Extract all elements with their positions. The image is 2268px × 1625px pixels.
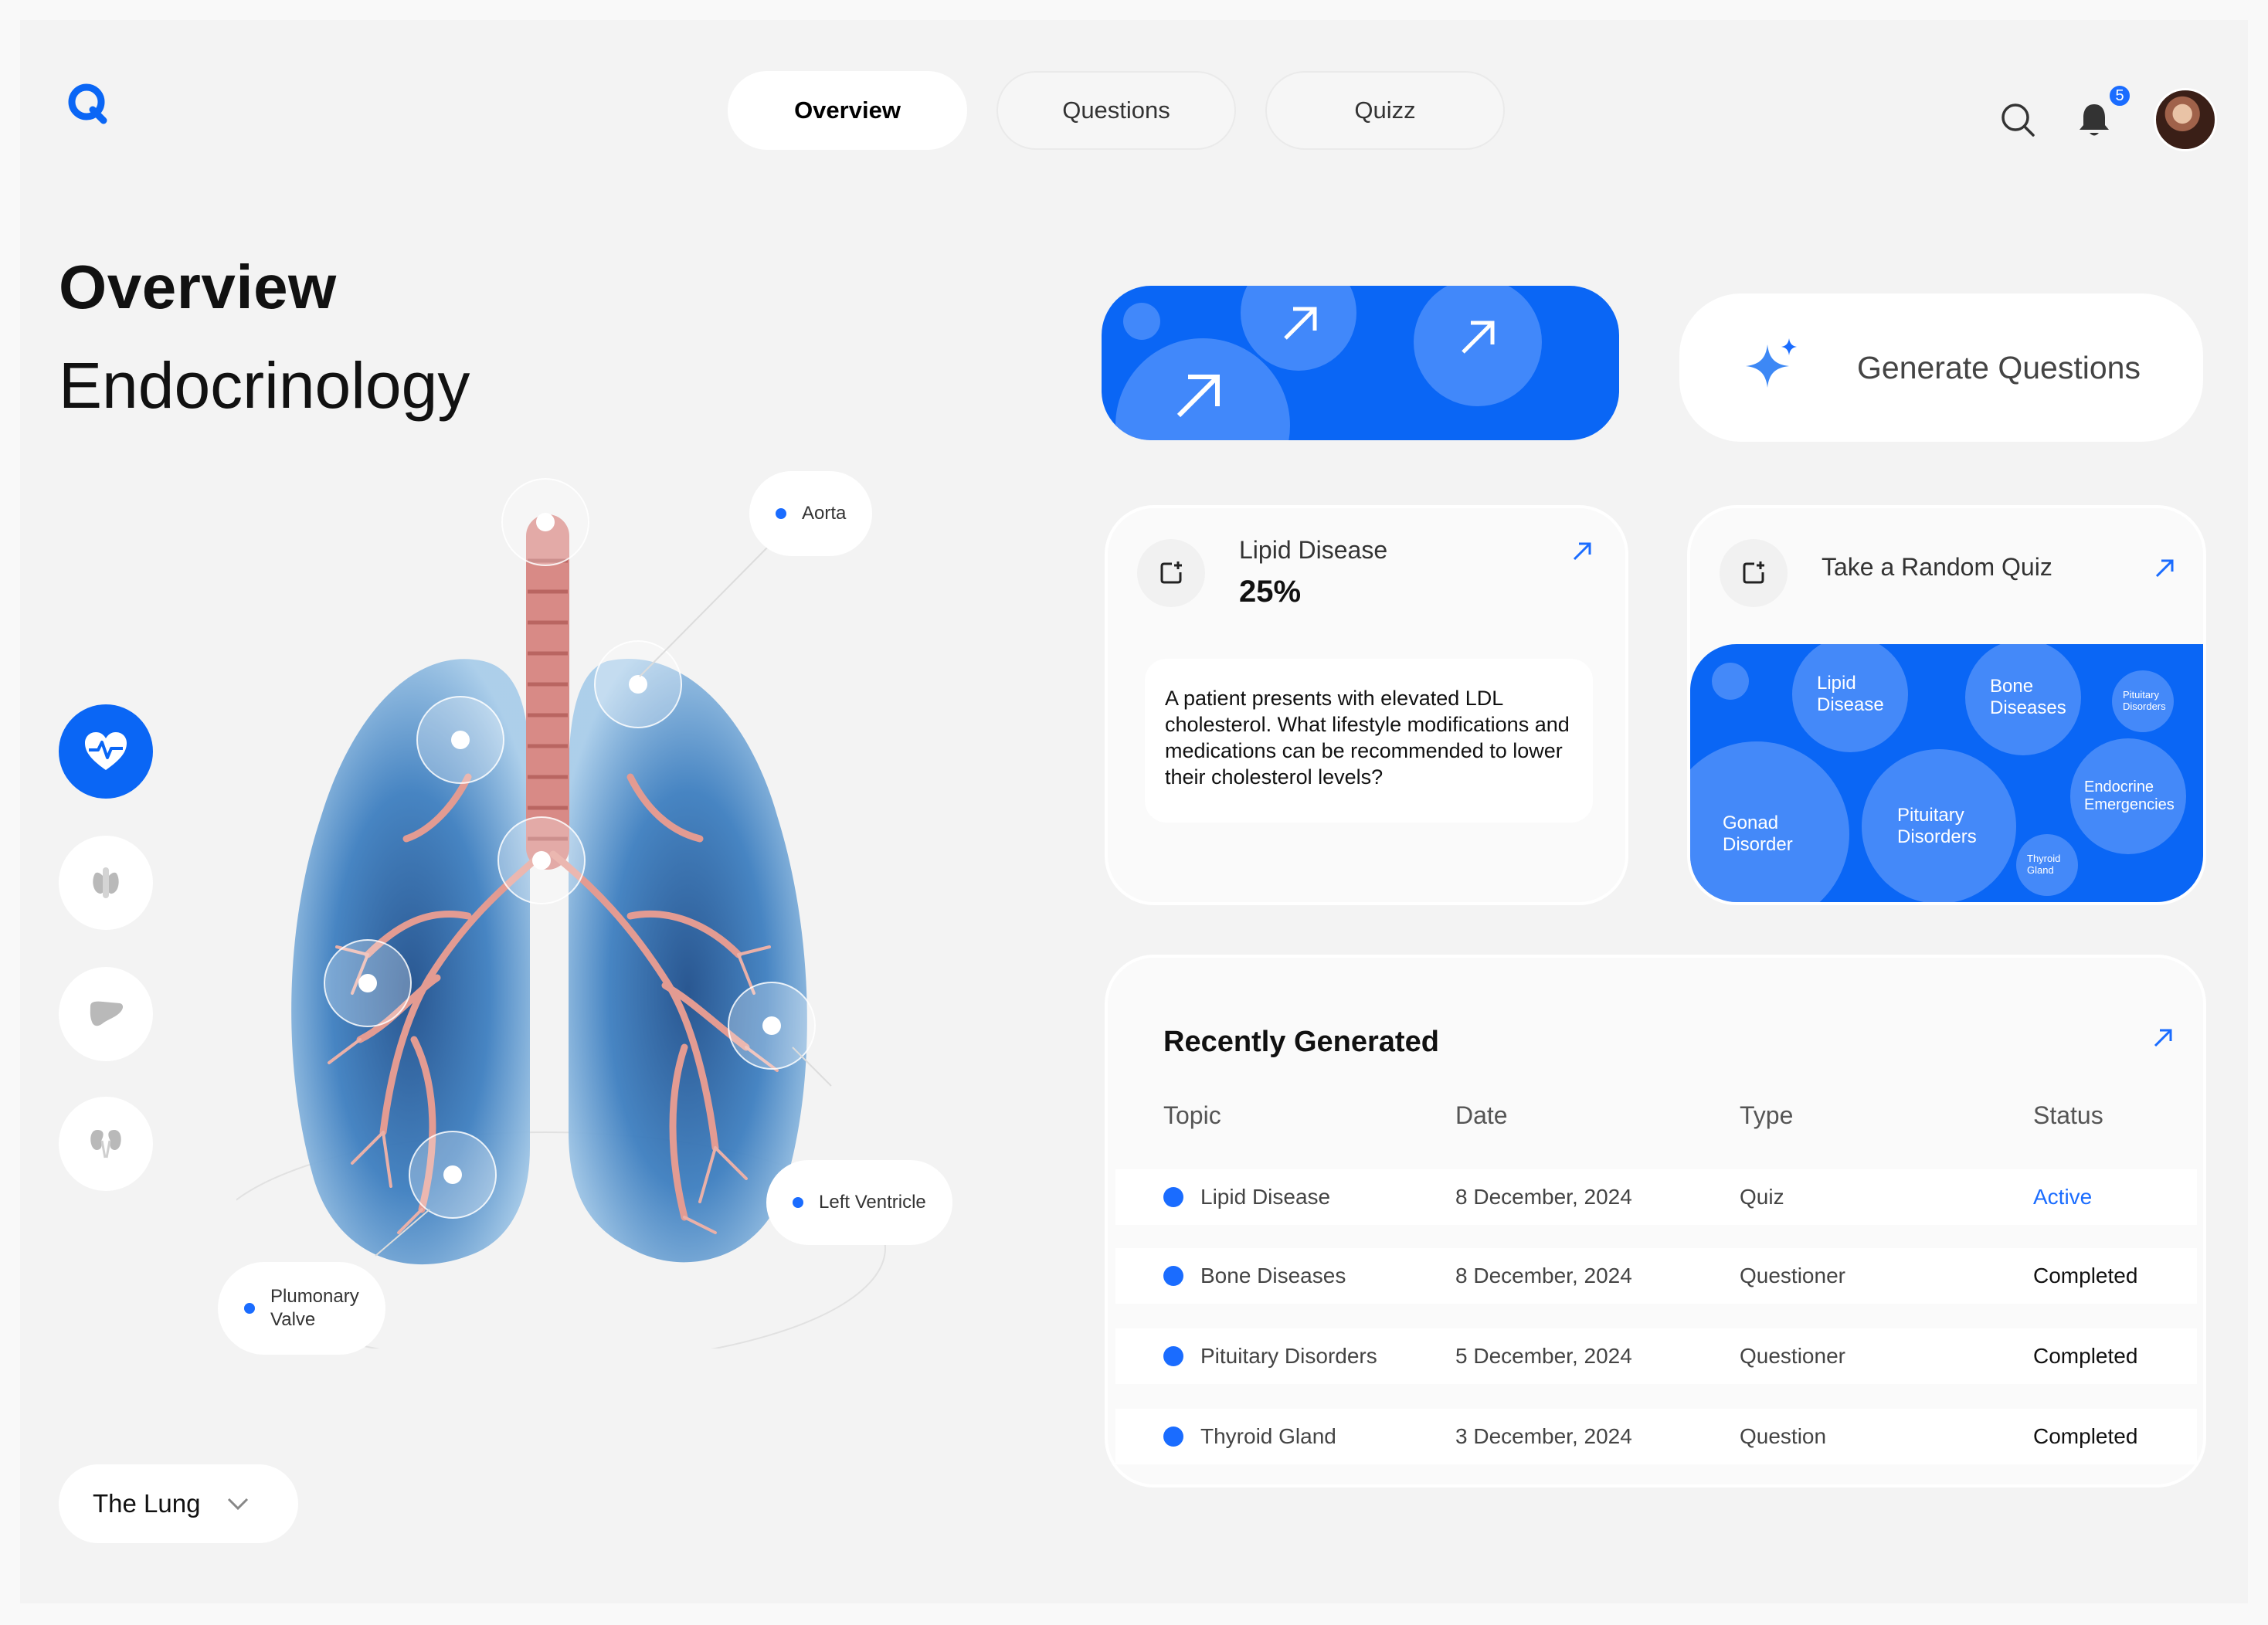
quiz-bubble-lipid[interactable]: Lipid Disease — [1792, 644, 1908, 752]
generate-questions-label: Generate Questions — [1857, 349, 2141, 385]
arrow-up-right-icon[interactable] — [1571, 541, 1593, 562]
quiz-bubble-bone[interactable]: Bone Diseases — [1965, 644, 2081, 755]
kidneys-icon — [90, 1130, 121, 1159]
recent-title: Recently Generated — [1163, 1026, 1439, 1058]
chevron-down-icon — [228, 1498, 249, 1511]
label-aorta-text: Aorta — [802, 503, 847, 524]
lipid-topic: Lipid Disease — [1239, 536, 1388, 564]
q-logo-icon — [68, 83, 107, 124]
col-date[interactable]: Date — [1455, 1101, 1508, 1130]
organ-liver-button[interactable] — [59, 967, 153, 1061]
quiz-bubble-pituitary[interactable]: Pituitary Disorders — [1862, 749, 2016, 902]
table-row[interactable]: Thyroid Gland 3 December, 2024 Question … — [1115, 1409, 2197, 1464]
organ-kidneys-button[interactable] — [59, 1097, 153, 1191]
search-icon — [2001, 103, 2035, 137]
app-logo[interactable] — [59, 74, 121, 136]
liver-icon — [90, 1001, 124, 1026]
random-quiz-card[interactable]: Take a Random Quiz Lipid Disease Bone Dise… — [1687, 505, 2206, 905]
generate-questions-button[interactable]: Generate Questions — [1679, 293, 2203, 442]
row-type: Questioner — [1740, 1344, 1845, 1368]
page-title: Overview — [59, 253, 337, 321]
arrow-up-right-icon — [1284, 307, 1317, 340]
row-topic: Bone Diseases — [1200, 1264, 1346, 1287]
organ-thyroid-button[interactable] — [59, 836, 153, 930]
sparkle-icon — [1746, 338, 1797, 388]
banner-bubble — [1123, 303, 1160, 340]
tab-quizz[interactable]: Quizz — [1265, 71, 1505, 150]
row-dot — [1163, 1187, 1183, 1207]
row-date: 5 December, 2024 — [1455, 1344, 1632, 1368]
label-dot — [776, 508, 786, 519]
card-icon-button[interactable] — [1137, 539, 1205, 607]
col-topic[interactable]: Topic — [1163, 1101, 1221, 1130]
banner-action-3[interactable] — [1414, 286, 1542, 406]
tab-overview[interactable]: Overview — [728, 71, 967, 150]
row-dot — [1163, 1427, 1183, 1447]
page-subtitle: Endocrinology — [59, 349, 470, 422]
search-button[interactable] — [1991, 93, 2045, 147]
arrow-up-right-icon — [1462, 321, 1495, 354]
label-aorta[interactable]: Aorta — [749, 471, 873, 556]
recently-generated-card: Recently Generated Topic Date Type Statu… — [1105, 955, 2206, 1488]
arrow-up-right-icon — [1176, 375, 1220, 418]
row-type: Questioner — [1740, 1264, 1845, 1287]
organ-select-value: The Lung — [93, 1489, 201, 1518]
add-square-icon — [1743, 561, 1764, 584]
col-status[interactable]: Status — [2033, 1101, 2103, 1130]
table-row[interactable]: Lipid Disease 8 December, 2024 Quiz Acti… — [1115, 1169, 2197, 1225]
status-badge: Completed — [2033, 1344, 2138, 1368]
label-pulmonary-valve[interactable]: Plumonary Valve — [218, 1262, 385, 1355]
label-left-ventricle[interactable]: Left Ventricle — [766, 1160, 952, 1245]
notification-badge: 5 — [2107, 83, 2132, 108]
lipid-percent: 25% — [1239, 575, 1302, 609]
row-date: 3 December, 2024 — [1455, 1424, 1632, 1448]
arrow-up-right-icon[interactable] — [2152, 1027, 2174, 1049]
quiz-topic-bubbles: Lipid Disease Bone Diseases Pituitary Disor… — [1690, 644, 2203, 902]
label-pulmonary-valve-text: Plumonary Valve — [270, 1285, 359, 1332]
row-dot — [1163, 1346, 1183, 1366]
table-row[interactable]: Pituitary Disorders 5 December, 2024 Que… — [1115, 1328, 2197, 1384]
lipid-question-text: A patient presents with elevated LDL cho… — [1145, 659, 1593, 823]
label-dot — [793, 1197, 803, 1208]
row-topic: Lipid Disease — [1200, 1185, 1331, 1209]
row-type: Question — [1740, 1424, 1827, 1448]
label-pulmonary-line2: Valve — [270, 1309, 316, 1330]
row-type: Quiz — [1740, 1185, 1784, 1209]
user-avatar[interactable] — [2154, 88, 2217, 151]
status-badge: Active — [2033, 1185, 2093, 1209]
quiz-bubble-endocrine[interactable]: Endocrine Emergencies — [2070, 738, 2186, 854]
label-left-ventricle-text: Left Ventricle — [819, 1192, 926, 1213]
add-square-icon — [1160, 561, 1182, 584]
row-topic: Pituitary Disorders — [1200, 1344, 1377, 1368]
arrow-up-right-icon[interactable] — [2154, 558, 2175, 579]
tab-questions[interactable]: Questions — [996, 71, 1236, 150]
quiz-icon-button[interactable] — [1720, 539, 1788, 607]
row-date: 8 December, 2024 — [1455, 1185, 1632, 1209]
organ-select[interactable]: The Lung — [59, 1464, 298, 1543]
status-badge: Completed — [2033, 1424, 2138, 1448]
quiz-bubble-gonad[interactable]: Gonad Disorder — [1690, 741, 1849, 902]
thyroid-icon — [93, 867, 119, 898]
bell-icon — [2080, 104, 2109, 136]
lipid-disease-card[interactable]: Lipid Disease 25% A patient presents wit… — [1105, 505, 1628, 905]
status-badge: Completed — [2033, 1264, 2138, 1287]
heart-pulse-icon — [85, 732, 127, 770]
notifications-button[interactable]: 5 — [2067, 83, 2132, 147]
quiz-bubble-thyroid[interactable]: Thyroid Gland — [2016, 834, 2078, 896]
row-date: 8 December, 2024 — [1455, 1264, 1632, 1287]
quick-actions-banner — [1102, 286, 1619, 440]
row-dot — [1163, 1266, 1183, 1286]
label-dot — [244, 1303, 255, 1314]
col-type[interactable]: Type — [1740, 1101, 1793, 1130]
label-pulmonary-line1: Plumonary — [270, 1286, 359, 1307]
quiz-title: Take a Random Quiz — [1822, 553, 2052, 581]
organ-heart-button[interactable] — [59, 704, 153, 799]
quiz-bubble-decor — [1712, 663, 1749, 700]
app-frame: Overview Questions Quizz 5 Overview Endo… — [20, 20, 2248, 1603]
row-topic: Thyroid Gland — [1200, 1424, 1336, 1448]
table-row[interactable]: Bone Diseases 8 December, 2024 Questione… — [1115, 1248, 2197, 1304]
quiz-bubble-pituitary-small[interactable]: Pituitary Disorders — [2112, 670, 2174, 732]
